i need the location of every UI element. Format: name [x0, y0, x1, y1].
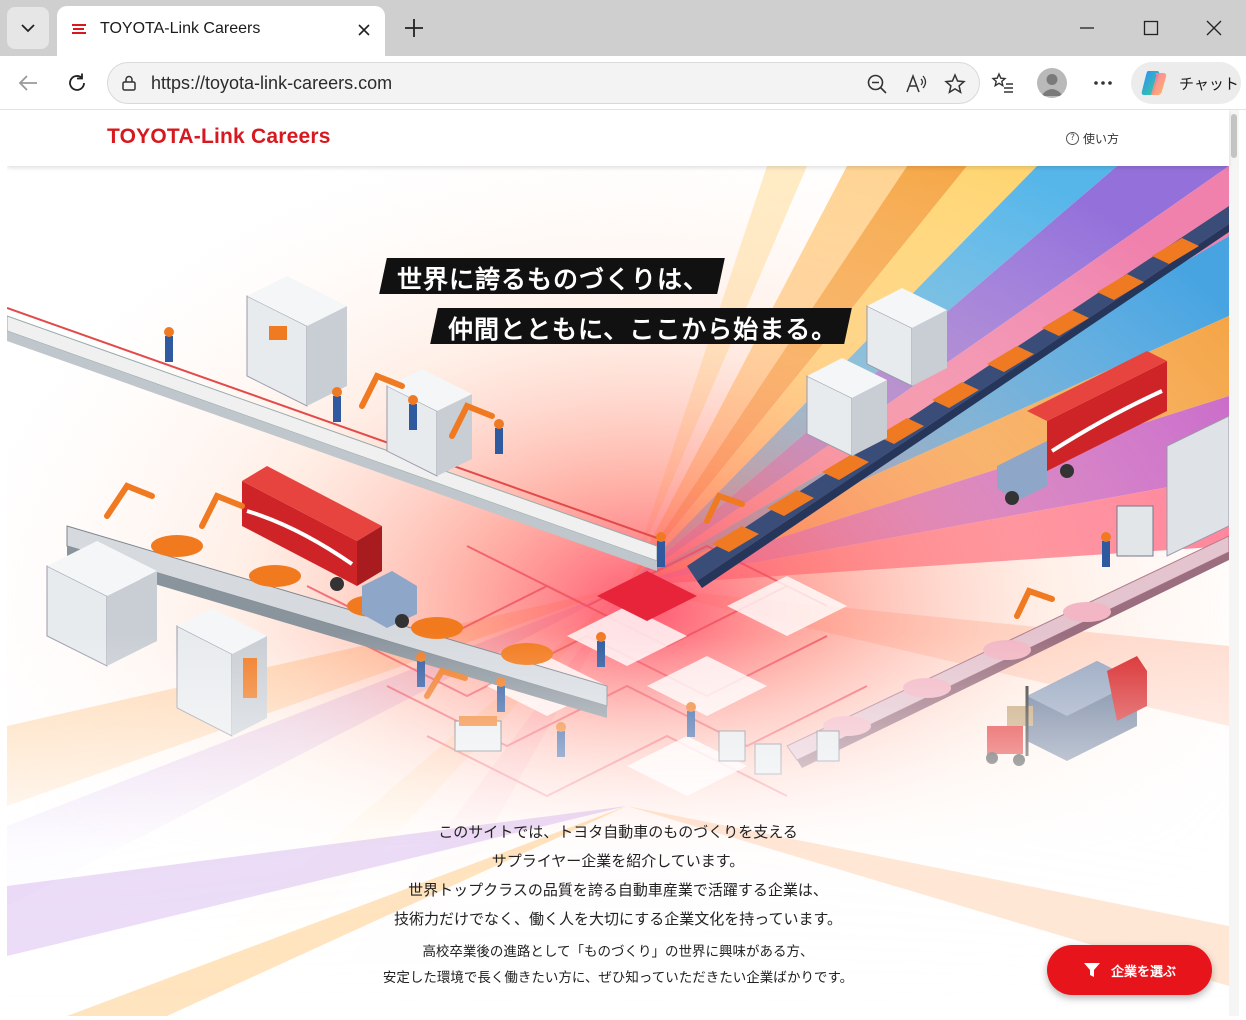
copilot-label: チャット	[1179, 75, 1239, 93]
close-icon	[358, 24, 370, 36]
minimize-icon	[1080, 27, 1094, 29]
window-close-button[interactable]	[1196, 12, 1232, 44]
page-viewport: TOYOTA-Link Careers ? 使い方 世界に誇るものづくりは、 仲…	[7, 110, 1239, 1016]
plus-icon	[405, 19, 423, 37]
zoom-out-icon	[867, 74, 887, 94]
hero-section: 世界に誇るものづくりは、 仲間とともに、ここから始まる。 このサイトでは、トヨタ…	[7, 166, 1229, 1016]
filter-icon	[1083, 963, 1100, 977]
select-company-button[interactable]: 企業を選ぶ	[1047, 945, 1212, 995]
intro-line-1: このサイトでは、トヨタ自動車のものづくりを支える	[438, 823, 798, 841]
reload-icon	[69, 73, 85, 91]
scrollbar-thumb[interactable]	[1231, 114, 1237, 158]
maximize-icon	[1143, 20, 1159, 36]
help-label: 使い方	[1083, 132, 1120, 146]
close-tab-button[interactable]	[350, 16, 378, 44]
url-text[interactable]: https://toyota-link-careers.com	[151, 73, 392, 94]
browser-toolbar: https://toyota-link-careers.com チャット	[0, 56, 1246, 110]
back-button[interactable]	[10, 65, 46, 101]
new-tab-button[interactable]	[398, 12, 430, 44]
help-icon: ?	[1066, 132, 1079, 145]
more-button[interactable]	[1087, 67, 1119, 99]
favorite-icon	[944, 73, 966, 94]
page-scrollbar[interactable]	[1229, 110, 1239, 1016]
favorites-button[interactable]	[987, 67, 1019, 99]
copilot-icon	[1141, 71, 1167, 95]
read-aloud-icon	[906, 73, 927, 93]
favorite-button[interactable]	[942, 71, 968, 97]
intro-line-4: 技術力だけでなく、働く人を大切にする企業文化を持っています。	[394, 910, 842, 928]
minimize-button[interactable]	[1069, 12, 1105, 44]
tab-bar: TOYOTA-Link Careers	[0, 0, 1246, 56]
intro-line-3: 世界トップクラスの品質を誇る自動車産業で活躍する企業は、	[408, 881, 828, 899]
chevron-down-icon	[21, 24, 35, 33]
lock-icon	[120, 74, 138, 96]
tab-list-button[interactable]	[7, 7, 49, 49]
copilot-chat-button[interactable]: チャット	[1131, 62, 1241, 104]
browser-chrome: TOYOTA-Link Careers https://toyota-link-…	[0, 0, 1246, 110]
browser-tab[interactable]: TOYOTA-Link Careers	[57, 6, 385, 56]
intro-sub-line-1: 高校卒業後の進路として「ものづくり」の世界に興味がある方、	[422, 944, 814, 960]
site-header: TOYOTA-Link Careers ? 使い方	[7, 110, 1229, 166]
site-favicon-icon	[69, 20, 89, 40]
zoom-out-button[interactable]	[864, 71, 890, 97]
site-logo[interactable]: TOYOTA-Link Careers	[107, 125, 331, 149]
maximize-button[interactable]	[1133, 12, 1169, 44]
help-link[interactable]: ? 使い方	[1066, 130, 1119, 147]
back-icon	[18, 75, 37, 91]
reload-button[interactable]	[59, 65, 95, 101]
favorites-list-icon	[991, 72, 1013, 93]
intro-sub-line-2: 安定した環境で長く働きたい方に、ぜひ知っていただきたい企業ばかりです。	[382, 970, 854, 986]
profile-avatar[interactable]	[1037, 68, 1067, 98]
tab-title: TOYOTA-Link Careers	[100, 20, 261, 37]
more-icon	[1094, 81, 1112, 85]
read-aloud-button[interactable]	[903, 71, 929, 97]
intro-subtext: 高校卒業後の進路として「ものづくり」の世界に興味がある方、 安定した環境で長く働…	[7, 939, 1229, 991]
intro-line-2: サプライヤー企業を紹介しています。	[491, 852, 745, 870]
intro-text: このサイトでは、トヨタ自動車のものづくりを支える サプライヤー企業を紹介していま…	[7, 818, 1229, 934]
select-company-label: 企業を選ぶ	[1110, 964, 1176, 980]
close-icon	[1206, 20, 1222, 36]
address-bar[interactable]: https://toyota-link-careers.com	[107, 62, 980, 104]
